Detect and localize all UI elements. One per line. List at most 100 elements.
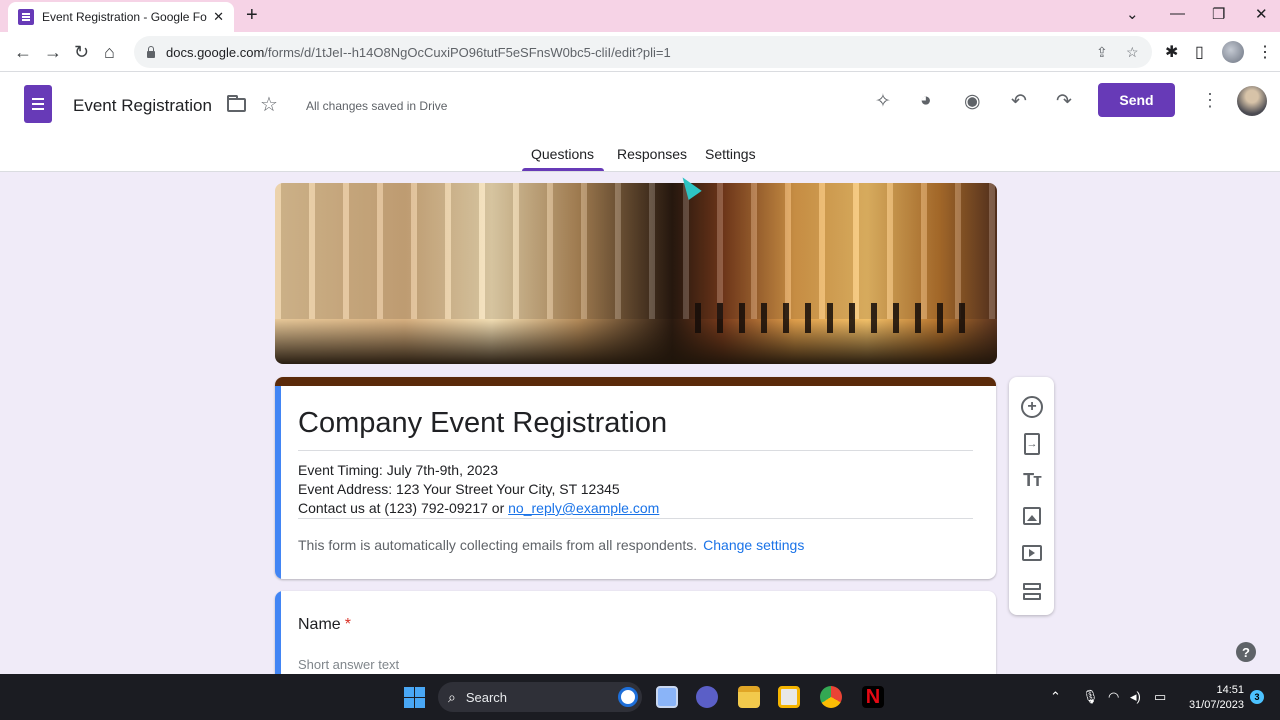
change-settings-link[interactable]: Change settings — [703, 537, 804, 553]
task-view-icon[interactable] — [656, 686, 678, 708]
system-clock[interactable]: 14:51 31/07/2023 — [1186, 683, 1244, 713]
undo-icon[interactable]: ↶ — [1011, 90, 1027, 113]
tab-close-icon[interactable]: ✕ — [213, 9, 224, 25]
send-button[interactable]: Send — [1098, 83, 1175, 117]
description-line: Event Timing: July 7th-9th, 2023 — [298, 462, 498, 478]
tab-search-icon[interactable]: ⌄ — [1126, 5, 1139, 23]
microphone-icon[interactable]: 🎙 — [1082, 689, 1099, 705]
teams-chat-icon[interactable] — [696, 686, 718, 708]
form-name[interactable]: Event Registration — [73, 96, 212, 116]
volume-icon[interactable]: ◂) — [1130, 689, 1141, 705]
clock-date: 31/07/2023 — [1188, 699, 1244, 711]
chrome-icon[interactable] — [820, 686, 842, 708]
browser-tab[interactable]: Event Registration - Google Forms ✕ — [8, 2, 234, 32]
add-title-icon[interactable]: Tт — [1021, 469, 1043, 491]
browser-toolbar: ← → ↻ ⌂ docs.google.com/forms/d/1tJeI--h… — [0, 32, 1280, 72]
browser-menu-icon[interactable]: ⋮ — [1257, 42, 1273, 62]
forward-icon[interactable]: → — [44, 42, 62, 62]
lock-icon[interactable] — [146, 46, 156, 58]
share-icon[interactable]: ⇪ — [1096, 44, 1108, 61]
addons-icon[interactable]: ✧ — [875, 90, 891, 113]
add-question-icon[interactable]: + — [1021, 396, 1043, 418]
email-collection-notice: This form is automatically collecting em… — [298, 537, 804, 553]
extensions-icon[interactable]: ✱ — [1165, 42, 1178, 62]
banner-crowd — [695, 303, 965, 333]
tab-responses[interactable]: Responses — [617, 146, 687, 162]
address-bar[interactable]: docs.google.com/forms/d/1tJeI--h14O8NgOc… — [134, 36, 1152, 68]
preview-eye-icon[interactable]: ◉ — [964, 90, 981, 113]
restore-button[interactable]: ❐ — [1212, 5, 1225, 23]
question-focus-indicator — [275, 591, 281, 674]
url-host: docs.google.com — [166, 44, 265, 60]
theme-color-bar — [275, 377, 996, 386]
title-divider — [298, 450, 973, 451]
wifi-icon[interactable]: ◠ — [1108, 689, 1119, 705]
short-answer-placeholder: Short answer text — [298, 657, 400, 672]
question-title-text: Name — [298, 616, 341, 633]
profile-avatar[interactable] — [1222, 41, 1244, 63]
url-text: docs.google.com/forms/d/1tJeI--h14O8NgOc… — [166, 45, 671, 60]
taskbar-search[interactable]: ⌕ Search — [438, 682, 642, 712]
home-icon[interactable]: ⌂ — [104, 42, 115, 62]
snipping-tool-icon[interactable] — [778, 686, 800, 708]
description-line: Contact us at (123) 792-09217 or no_repl… — [298, 499, 659, 518]
browser-tab-title: Event Registration - Google Forms — [42, 10, 207, 24]
windows-taskbar: ⌕ Search N ⌃ 🎙 ◠ ◂) ▭ 14:51 31/07/2023 3 — [0, 674, 1280, 720]
bookmark-star-icon[interactable]: ☆ — [1126, 44, 1139, 61]
tab-settings[interactable]: Settings — [705, 146, 756, 162]
window-close-button[interactable]: ✕ — [1255, 5, 1268, 23]
contact-email-link[interactable]: no_reply@example.com — [508, 500, 659, 516]
add-image-icon[interactable] — [1023, 507, 1041, 525]
forms-favicon-icon — [18, 9, 34, 25]
add-video-icon[interactable] — [1022, 545, 1042, 561]
description-line: Event Address: 123 Your Street Your City… — [298, 481, 620, 497]
header-image — [275, 183, 997, 364]
forms-logo-icon[interactable] — [24, 85, 52, 123]
browser-tab-strip: Event Registration - Google Forms ✕ + ⌄ … — [0, 0, 1280, 32]
floating-toolbar: + → Tт — [1009, 377, 1054, 615]
account-avatar[interactable] — [1237, 86, 1267, 116]
add-section-icon[interactable] — [1022, 580, 1042, 602]
form-tabs: Questions Responses Settings — [0, 146, 1280, 172]
battery-icon[interactable]: ▭ — [1154, 689, 1166, 705]
file-explorer-icon[interactable] — [738, 686, 760, 708]
reload-icon[interactable]: ↻ — [74, 42, 89, 62]
form-description[interactable]: Event Timing: July 7th-9th, 2023 Event A… — [298, 461, 659, 518]
minimize-button[interactable]: — — [1170, 5, 1185, 22]
contact-text: Contact us at (123) 792-09217 or — [298, 500, 509, 516]
folder-icon[interactable] — [227, 95, 246, 112]
netflix-icon[interactable]: N — [862, 686, 884, 708]
bing-icon[interactable] — [618, 687, 638, 707]
taskbar-search-label: Search — [465, 689, 508, 705]
required-asterisk: * — [344, 616, 351, 633]
focus-indicator — [275, 386, 281, 579]
banner-facade — [275, 183, 997, 319]
clock-time: 14:51 — [1216, 684, 1244, 696]
form-editor: Company Event Registration Event Timing:… — [0, 172, 1280, 674]
form-title-card[interactable]: Company Event Registration Event Timing:… — [275, 377, 996, 579]
more-options-icon[interactable]: ⋮ — [1201, 90, 1219, 111]
import-questions-icon[interactable]: → — [1024, 433, 1040, 455]
question-title[interactable]: Name * — [298, 616, 351, 634]
notification-badge[interactable]: 3 — [1250, 690, 1264, 704]
form-title[interactable]: Company Event Registration — [298, 407, 667, 440]
notice-text: This form is automatically collecting em… — [298, 537, 698, 553]
active-tab-indicator — [522, 168, 604, 171]
section-shape — [1023, 582, 1041, 590]
save-status: All changes saved in Drive — [306, 99, 448, 113]
back-icon[interactable]: ← — [14, 42, 32, 62]
question-card[interactable]: Name * Short answer text — [275, 591, 996, 674]
palette-icon[interactable]: ◕ — [920, 90, 931, 112]
tab-questions[interactable]: Questions — [531, 146, 594, 162]
new-tab-button[interactable]: + — [246, 5, 258, 25]
start-windows-icon[interactable] — [404, 687, 425, 708]
side-panel-icon[interactable]: ▯ — [1195, 42, 1204, 62]
star-icon[interactable]: ☆ — [260, 92, 278, 117]
redo-icon[interactable]: ↷ — [1056, 90, 1072, 113]
help-icon[interactable]: ? — [1236, 642, 1256, 662]
url-path: /forms/d/1tJeI--h14O8NgOcCuxiPO96tutF5eS… — [264, 44, 671, 60]
search-icon: ⌕ — [448, 688, 456, 705]
forms-header: Event Registration ☆ All changes saved i… — [0, 72, 1280, 172]
section-shape — [1023, 592, 1041, 600]
tray-chevron-icon[interactable]: ⌃ — [1050, 689, 1061, 705]
